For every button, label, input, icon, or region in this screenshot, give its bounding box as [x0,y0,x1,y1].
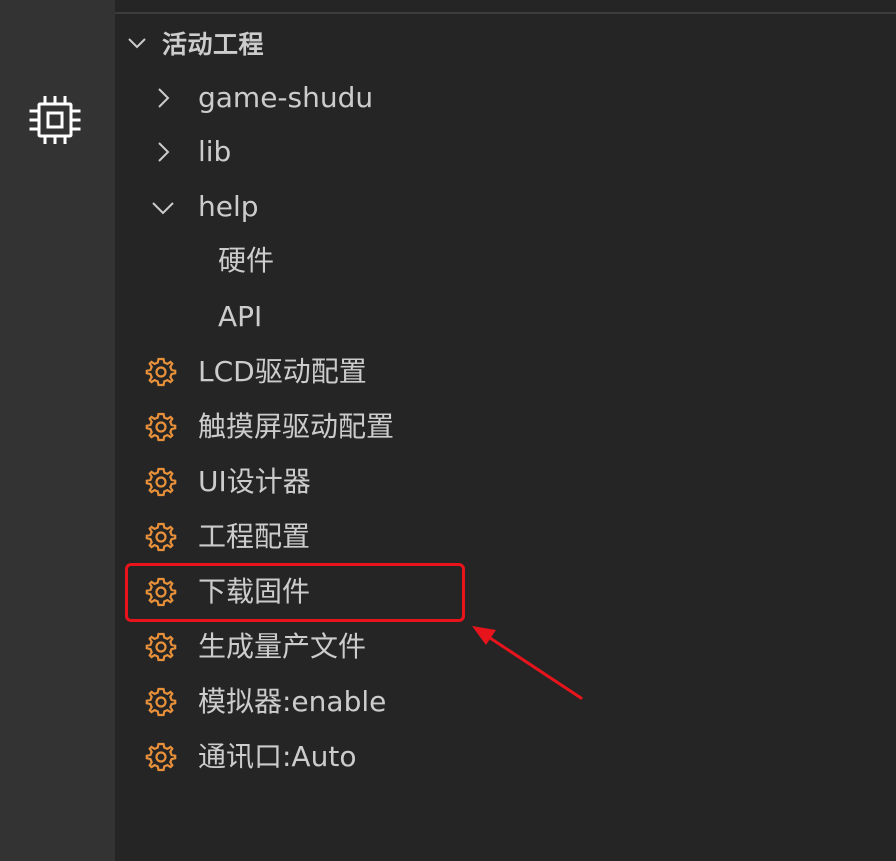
action-label: 触摸屏驱动配置 [198,410,395,443]
tree-item-hardware[interactable]: 硬件 [218,239,274,283]
action-label: 工程配置 [198,520,311,553]
section-header-active-project[interactable]: 活动工程 [126,25,264,61]
tree-item-label: API [218,300,263,333]
chevron-down-icon [128,38,146,49]
chip-icon[interactable] [29,96,81,144]
activity-bar [0,0,115,861]
action-label: 模拟器:enable [198,685,387,718]
gear-icon [145,412,177,442]
gear-icon [145,742,177,772]
annotation-arrow-icon [472,626,583,700]
action-simulator[interactable]: 模拟器:enable [145,680,386,724]
tree-item-label: game-shudu [198,81,374,114]
gear-icon [145,632,177,662]
highlight-box [125,563,465,622]
tree-item-help[interactable]: help [150,185,259,229]
chevron-right-icon [158,142,170,162]
chevron-right-icon [158,88,170,108]
action-comm-port[interactable]: 通讯口:Auto [145,735,356,779]
action-ui-designer[interactable]: UI设计器 [145,460,311,504]
action-label: UI设计器 [198,465,311,498]
action-touch-driver-config[interactable]: 触摸屏驱动配置 [145,405,394,449]
action-generate-production-file[interactable]: 生成量产文件 [145,625,366,669]
tree-item-label: lib [198,135,232,168]
gear-icon [145,357,177,387]
chevron-down-icon [152,202,174,215]
tree-item-lib[interactable]: lib [150,130,231,174]
tree-item-label: help [198,190,259,223]
gear-icon [145,687,177,717]
action-label: 生成量产文件 [198,630,367,663]
tree-item-api[interactable]: API [218,295,262,339]
gear-icon [145,467,177,497]
action-project-config[interactable]: 工程配置 [145,515,310,559]
action-label: 通讯口:Auto [198,740,357,773]
tree-item-label: 硬件 [218,244,275,277]
tree-item-game-shudu[interactable]: game-shudu [150,76,373,120]
action-lcd-driver-config[interactable]: LCD驱动配置 [145,350,367,394]
sidebar-divider [115,12,896,14]
section-title: 活动工程 [162,30,265,59]
action-label: LCD驱动配置 [198,355,367,388]
gear-icon [145,522,177,552]
